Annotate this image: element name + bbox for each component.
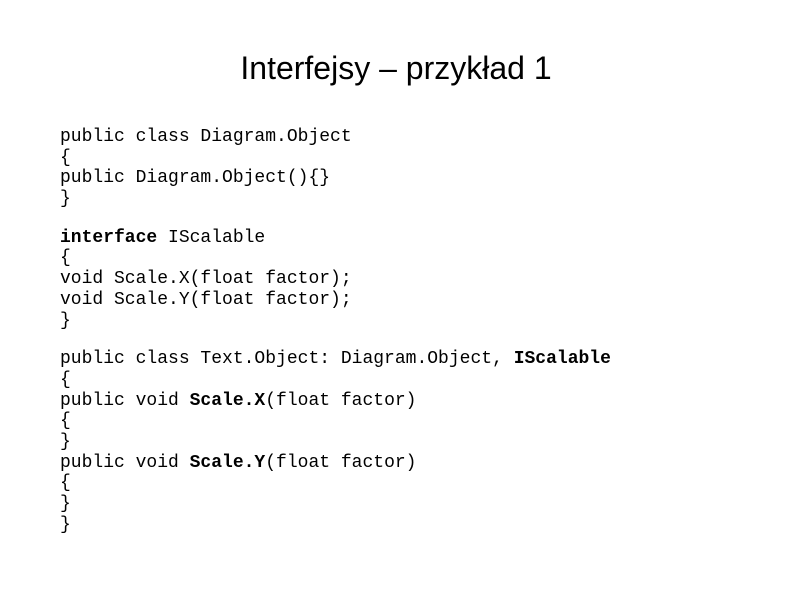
code-line: }	[60, 494, 71, 514]
code-line: }	[60, 189, 71, 209]
code-line: public class Diagram.Object	[60, 127, 352, 147]
code-line: {	[60, 370, 71, 390]
code-text: (float factor)	[265, 453, 416, 473]
code-text: IScalable	[157, 228, 265, 248]
keyword-interface: interface	[60, 228, 157, 248]
code-block-2: interface IScalable { void Scale.X(float…	[60, 228, 732, 331]
code-line: {	[60, 248, 71, 268]
code-line: {	[60, 148, 71, 168]
code-line: }	[60, 311, 71, 331]
code-block-1: public class Diagram.Object { public Dia…	[60, 127, 732, 210]
code-text: public class Text.Object: Diagram.Object…	[60, 349, 514, 369]
code-text: public void	[60, 391, 190, 411]
method-name: Scale.Y	[190, 453, 266, 473]
code-line: {	[60, 473, 71, 493]
slide-title: Interfejsy – przykład 1	[60, 50, 732, 87]
code-line: }	[60, 432, 71, 452]
code-line: {	[60, 411, 71, 431]
method-name: Scale.X	[190, 391, 266, 411]
code-line: public Diagram.Object(){}	[60, 168, 330, 188]
code-text: public void	[60, 453, 190, 473]
code-line: }	[60, 515, 71, 535]
interface-name: IScalable	[514, 349, 611, 369]
code-line: void Scale.X(float factor);	[60, 269, 352, 289]
code-line: void Scale.Y(float factor);	[60, 290, 352, 310]
code-text: (float factor)	[265, 391, 416, 411]
code-block-3: public class Text.Object: Diagram.Object…	[60, 349, 732, 535]
